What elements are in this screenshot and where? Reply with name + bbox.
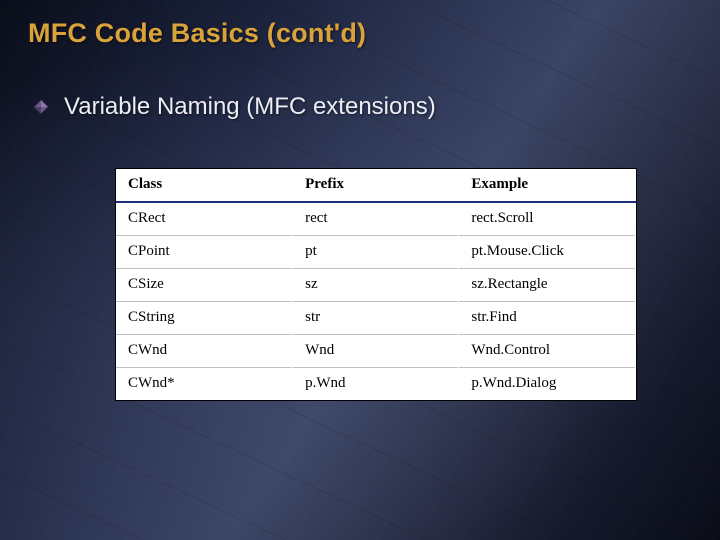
cell-example: sz.Rectangle [459, 269, 636, 302]
table-row: CWnd Wnd Wnd.Control [116, 335, 636, 368]
cell-prefix: rect [293, 202, 459, 236]
col-header-prefix: Prefix [293, 169, 459, 202]
table-row: CRect rect rect.Scroll [116, 202, 636, 236]
cell-class: CRect [116, 202, 293, 236]
cell-prefix: sz [293, 269, 459, 302]
naming-table: Class Prefix Example CRect rect rect.Scr… [116, 169, 636, 400]
cell-prefix: pt [293, 236, 459, 269]
cell-prefix: Wnd [293, 335, 459, 368]
table-row: CSize sz sz.Rectangle [116, 269, 636, 302]
subtitle: Variable Naming (MFC extensions) [64, 93, 436, 121]
cell-class: CPoint [116, 236, 293, 269]
naming-table-wrap: Class Prefix Example CRect rect rect.Scr… [116, 169, 636, 400]
cell-example: p.Wnd.Dialog [459, 368, 636, 401]
cell-class: CSize [116, 269, 293, 302]
cell-prefix: p.Wnd [293, 368, 459, 401]
cell-example: rect.Scroll [459, 202, 636, 236]
cell-example: pt.Mouse.Click [459, 236, 636, 269]
table-row: CPoint pt pt.Mouse.Click [116, 236, 636, 269]
table-header-row: Class Prefix Example [116, 169, 636, 202]
cell-prefix: str [293, 302, 459, 335]
cell-class: CWnd [116, 335, 293, 368]
page-title: MFC Code Basics (cont'd) [28, 18, 692, 49]
slide: MFC Code Basics (cont'd) Variable Naming… [0, 0, 720, 540]
cell-example: str.Find [459, 302, 636, 335]
cell-example: Wnd.Control [459, 335, 636, 368]
subtitle-row: Variable Naming (MFC extensions) [28, 93, 692, 121]
table-row: CWnd* p.Wnd p.Wnd.Dialog [116, 368, 636, 401]
col-header-class: Class [116, 169, 293, 202]
cell-class: CWnd* [116, 368, 293, 401]
table-row: CString str str.Find [116, 302, 636, 335]
diamond-bullet-icon [34, 100, 48, 114]
col-header-example: Example [459, 169, 636, 202]
cell-class: CString [116, 302, 293, 335]
